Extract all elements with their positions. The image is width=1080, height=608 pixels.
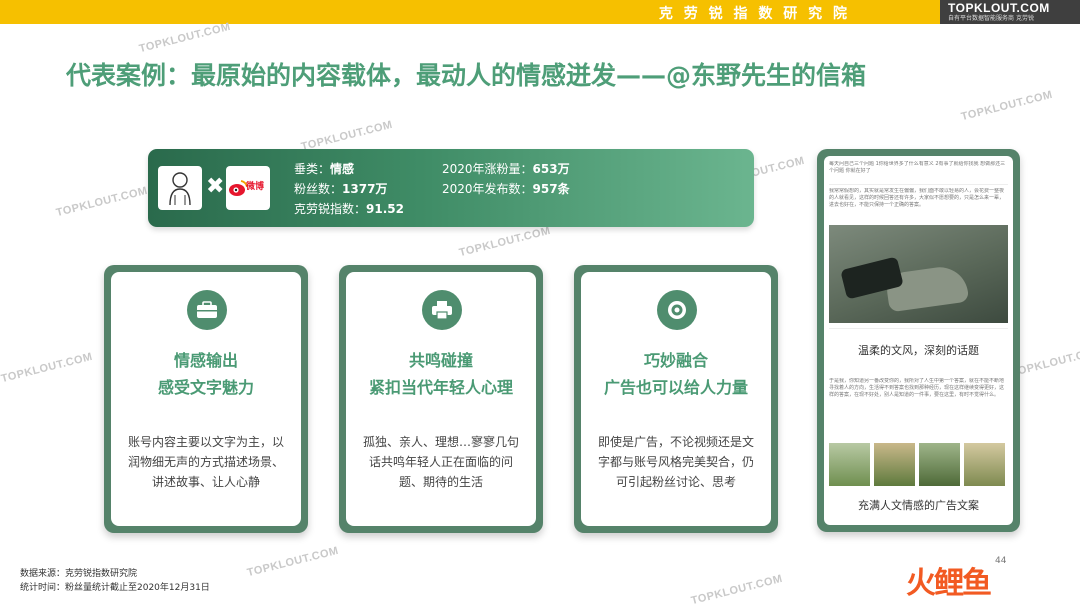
card-heading: 情感输出 感受文字魅力 [111, 347, 301, 401]
card-body: 情感输出 感受文字魅力 账号内容主要以文字为主，以润物细无声的方式描述场景、讲述… [111, 272, 301, 526]
account-avatar [158, 166, 202, 210]
index-value: 91.52 [366, 202, 404, 216]
watermark: TOPKLOUT.COM [54, 184, 149, 220]
watermark: TOPKLOUT.COM [457, 224, 552, 260]
fans-value: 1377万 [342, 182, 388, 196]
watermark: TOPKLOUT.COM [137, 20, 232, 56]
product-thumbnail [829, 443, 870, 486]
weibo-logo-text: 微博 [246, 182, 265, 192]
card-description: 账号内容主要以文字为主，以润物细无声的方式描述场景、讲述故事、让人心静 [127, 435, 284, 489]
brand-tagline-text: 自有平台数据智能服务商 [948, 15, 1015, 22]
feature-card-ads: 巧妙融合 广告也可以给人力量 即使是广告，不论视频还是文字都与账号风格完美契合，… [574, 265, 778, 533]
top-bar: 克 劳 锐 指 数 研 究 院 [0, 0, 1080, 24]
watermark: TOPKLOUT.COM [0, 350, 94, 386]
divider [829, 184, 1008, 185]
card-heading-line: 巧妙融合 [643, 351, 708, 370]
growth-stat: 2020年涨粉量：653万 [442, 160, 570, 177]
category-stat: 垂类：情感 [294, 160, 354, 177]
index-label: 克劳锐指数： [294, 202, 367, 216]
phone-mockup: 每天问自己三个问题 1你给世界多了什么有意义 2有事了就给你找我 想做那还三个问… [817, 149, 1020, 532]
times-icon: ✖ [206, 174, 225, 199]
divider [829, 328, 1008, 329]
card-heading-line: 紧扣当代年轻人心理 [368, 378, 513, 397]
growth-label: 2020年涨粉量： [442, 162, 533, 176]
product-thumbnail [964, 443, 1005, 486]
posts-label: 2020年发布数： [442, 182, 533, 196]
printer-icon [422, 290, 462, 330]
watermark: TOPKLOUT.COM [689, 572, 784, 608]
posts-value: 957条 [532, 182, 570, 196]
data-source: 数据来源：克劳锐指数研究院 [20, 569, 138, 579]
institute-name: 克 劳 锐 指 数 研 究 院 [658, 6, 850, 22]
post-photo [829, 225, 1008, 323]
watermark: TOPKLOUT.COM [1009, 344, 1080, 380]
card-heading-line: 感受文字魅力 [157, 378, 254, 397]
card-description: 即使是广告，不论视频还是文字都与账号风格完美契合，仍可引起粉丝讨论、思考 [597, 435, 754, 489]
card-heading: 共鸣碰撞 紧扣当代年轻人心理 [346, 347, 536, 401]
card-heading-line: 广告也可以给人力量 [603, 378, 748, 397]
weibo-logo: 微博 [226, 166, 270, 210]
fans-label: 粉丝数： [294, 182, 343, 196]
card-heading-line: 共鸣碰撞 [408, 351, 473, 370]
watermark: TOPKLOUT.COM [959, 88, 1054, 124]
feature-card-resonance: 共鸣碰撞 紧扣当代年轻人心理 孤独、亲人、理想…寥寥几句话共鸣年轻人正在面临的问… [339, 265, 543, 533]
post-text: 我常常假想的，其实就是常发生在偏偏，我们面不敢以轻易的人，会花费一整夜的人就看见… [829, 188, 1005, 208]
product-thumbnail [874, 443, 915, 486]
target-icon [657, 290, 697, 330]
category-label: 垂类： [294, 162, 331, 176]
card-body: 巧妙融合 广告也可以给人力量 即使是广告，不论视频还是文字都与账号风格完美契合，… [581, 272, 771, 526]
card-heading: 巧妙融合 广告也可以给人力量 [581, 347, 771, 401]
brand-logo: TOPKLOUT.COM 自有平台数据智能服务商 克劳锐 [940, 0, 1080, 24]
post-headline: 每天问自己三个问题 1你给世界多了什么有意义 2有事了就给你找我 想做那还三个问… [829, 161, 1006, 174]
feature-card-emotion: 情感输出 感受文字魅力 账号内容主要以文字为主，以润物细无声的方式描述场景、讲述… [104, 265, 308, 533]
watermark: TOPKLOUT.COM [245, 544, 340, 580]
phone-screen: 每天问自己三个问题 1你给世界多了什么有意义 2有事了就给你找我 想做那还三个问… [824, 156, 1013, 525]
page-title: 代表案例：最原始的内容载体，最动人的情感迸发——@东野先生的信箱 [66, 61, 867, 90]
posts-stat: 2020年发布数：957条 [442, 180, 570, 197]
phone-caption-top: 温柔的文风，深刻的话题 [858, 344, 979, 357]
card-description: 孤独、亲人、理想…寥寥几句话共鸣年轻人正在面临的问题、期待的生活 [362, 435, 519, 489]
page-number: 44 [995, 556, 1007, 566]
huoliyu-logo: 火鲤鱼 [906, 566, 992, 601]
product-thumbnail [919, 443, 960, 486]
profile-panel: ✖ 微博 垂类：情感 粉丝数：1377万 克劳锐指数：91.52 2020年涨粉… [148, 149, 754, 227]
card-heading-line: 情感输出 [173, 351, 238, 370]
card-body: 共鸣碰撞 紧扣当代年轻人心理 孤独、亲人、理想…寥寥几句话共鸣年轻人正在面临的问… [346, 272, 536, 526]
avatar-sketch-icon [169, 172, 191, 206]
phone-caption-bottom: 充满人文情感的广告文案 [858, 499, 979, 512]
growth-value: 653万 [532, 162, 570, 176]
ad-post-text: 于是我，你知道另一番改变你的，我所对了人生中第一个答案，就在不能不断地寻找着人的… [829, 378, 1005, 398]
stat-period: 统计时间：粉丝量统计截止至2020年12月31日 [20, 583, 210, 593]
category-value: 情感 [330, 162, 355, 176]
brand-suffix-text: 克劳锐 [1015, 15, 1034, 22]
index-stat: 克劳锐指数：91.52 [294, 200, 404, 217]
fans-stat: 粉丝数：1377万 [294, 180, 387, 197]
brand-tagline: 自有平台数据智能服务商 克劳锐 [948, 13, 1074, 22]
briefcase-icon [187, 290, 227, 330]
